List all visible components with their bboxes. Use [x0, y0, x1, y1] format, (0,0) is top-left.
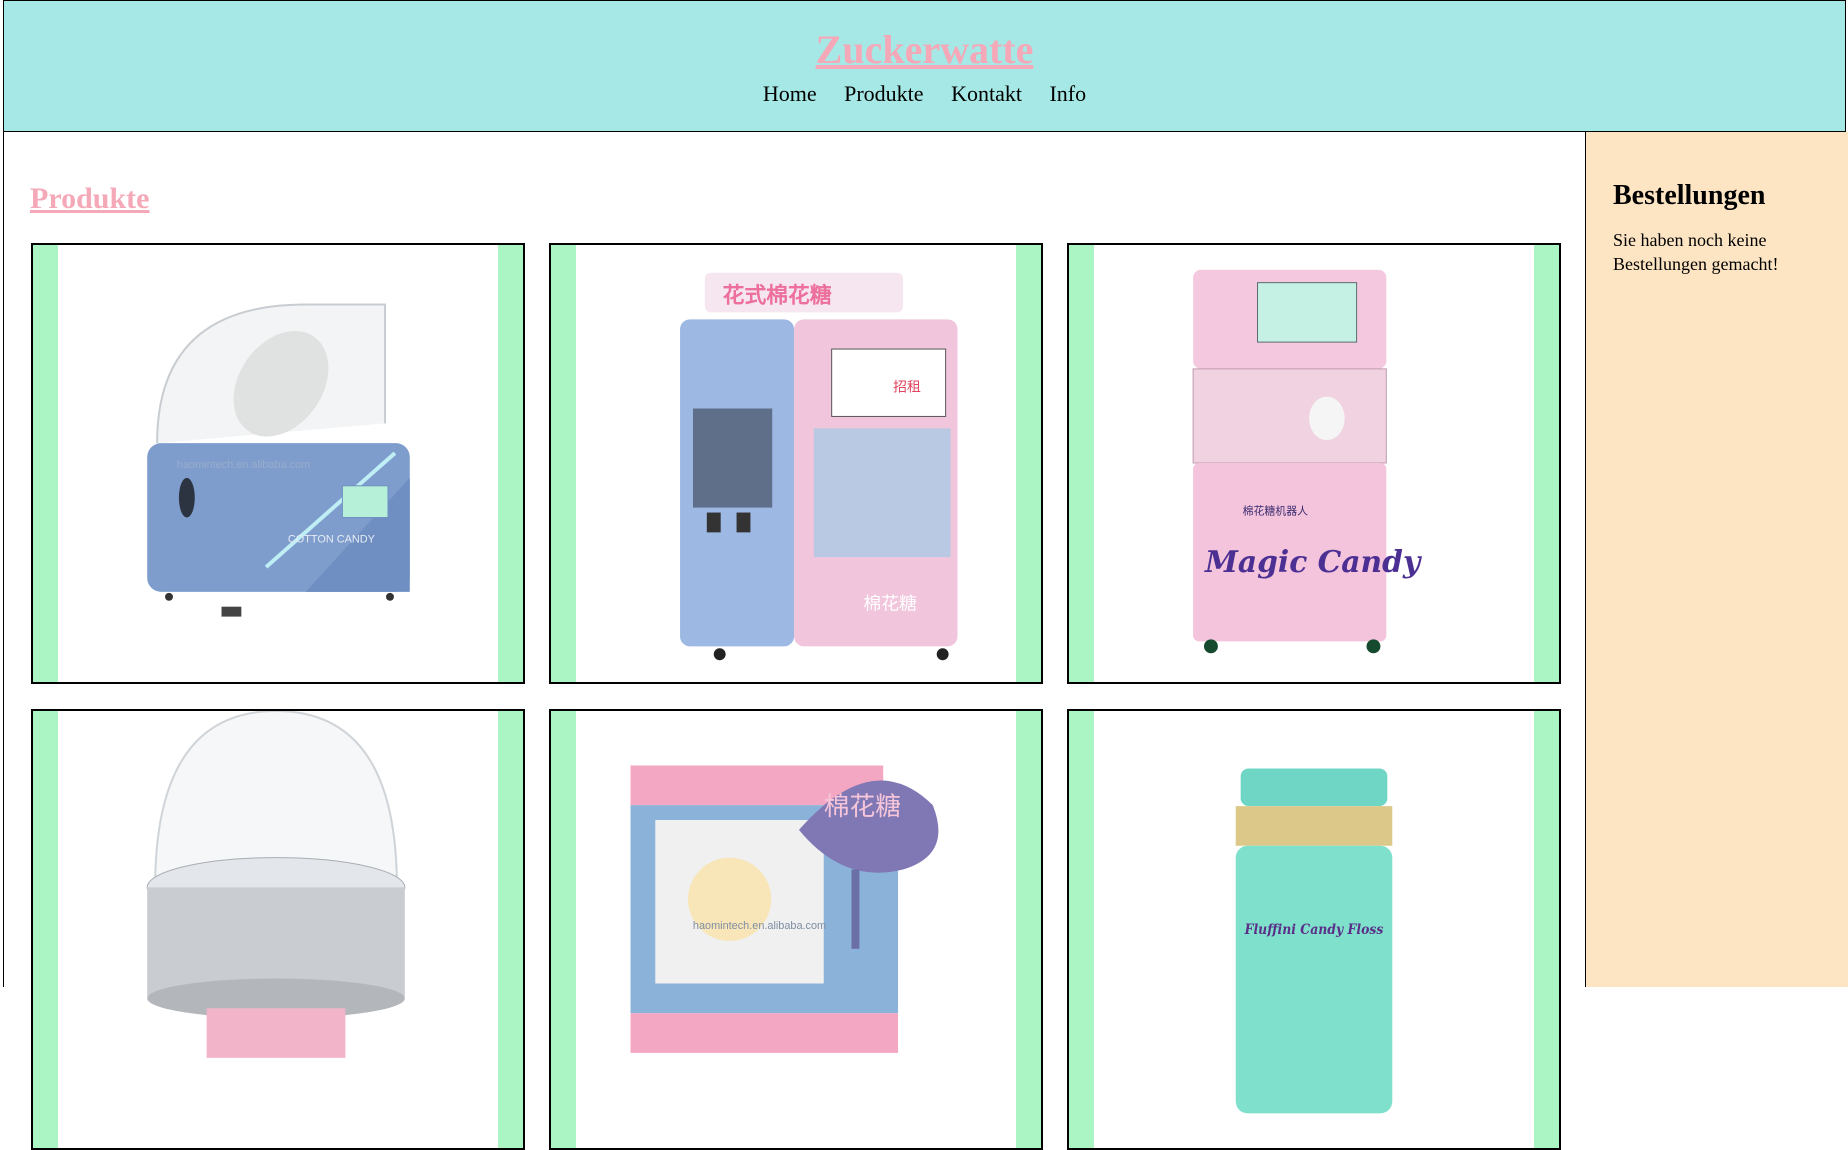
product-sign-text: 花式棉花糖 [723, 282, 832, 308]
product-image: 棉花糖 haomintech.en.alibaba.com [576, 711, 1016, 1148]
product-card[interactable]: 棉花糖 haomintech.en.alibaba.com [549, 709, 1043, 1150]
product-image: 花式棉花糖 招租 棉花糖 [576, 245, 1016, 682]
product-watermark: haomintech.en.alibaba.com [177, 459, 310, 471]
product-card[interactable]: Fluffini Candy Floss [1067, 709, 1561, 1150]
main-nav: Home Produkte Kontakt Info [4, 81, 1845, 107]
product-image: Fluffini Candy Floss [1094, 711, 1534, 1148]
site-title[interactable]: Zuckerwatte [4, 1, 1845, 73]
product-logo-text: Magic Candy [1204, 545, 1422, 580]
product-logo-text: 棉花糖 [863, 594, 917, 615]
nav-kontakt[interactable]: Kontakt [951, 81, 1022, 107]
product-sign-text: 棉花糖机器人 [1243, 504, 1308, 518]
product-label-text: Fluffini Candy Floss [1244, 922, 1384, 938]
nav-info[interactable]: Info [1049, 81, 1086, 107]
product-watermark: haomintech.en.alibaba.com [693, 920, 826, 932]
product-image: haomintech.en.alibaba.com COTTON CANDY [58, 245, 498, 682]
product-brand-text: COTTON CANDY [288, 533, 376, 545]
product-umbrella-text: 棉花糖 [824, 792, 901, 822]
product-card[interactable]: haomintech.en.alibaba.com COTTON CANDY [31, 243, 525, 684]
product-card[interactable] [31, 709, 525, 1150]
nav-produkte[interactable]: Produkte [844, 81, 923, 107]
product-card[interactable]: 棉花糖机器人 Magic Candy [1067, 243, 1561, 684]
product-image: 棉花糖机器人 Magic Candy [1094, 245, 1534, 682]
section-title: Produkte [30, 182, 150, 215]
orders-title: Bestellungen [1613, 180, 1766, 211]
product-card[interactable]: 花式棉花糖 招租 棉花糖 [549, 243, 1043, 684]
orders-empty-message: Sie haben noch keine Bestellungen gemach… [1613, 230, 1779, 274]
product-screen-text: 招租 [893, 380, 921, 396]
product-image [58, 711, 498, 1148]
nav-home[interactable]: Home [763, 81, 817, 107]
site-header: Zuckerwatte Home Produkte Kontakt Info [3, 0, 1846, 132]
main-content: Produkte haomintech.en.alibaba.com COTTO… [3, 132, 1586, 1150]
orders-sidebar: Bestellungen Sie haben noch keine Bestel… [1585, 132, 1848, 987]
